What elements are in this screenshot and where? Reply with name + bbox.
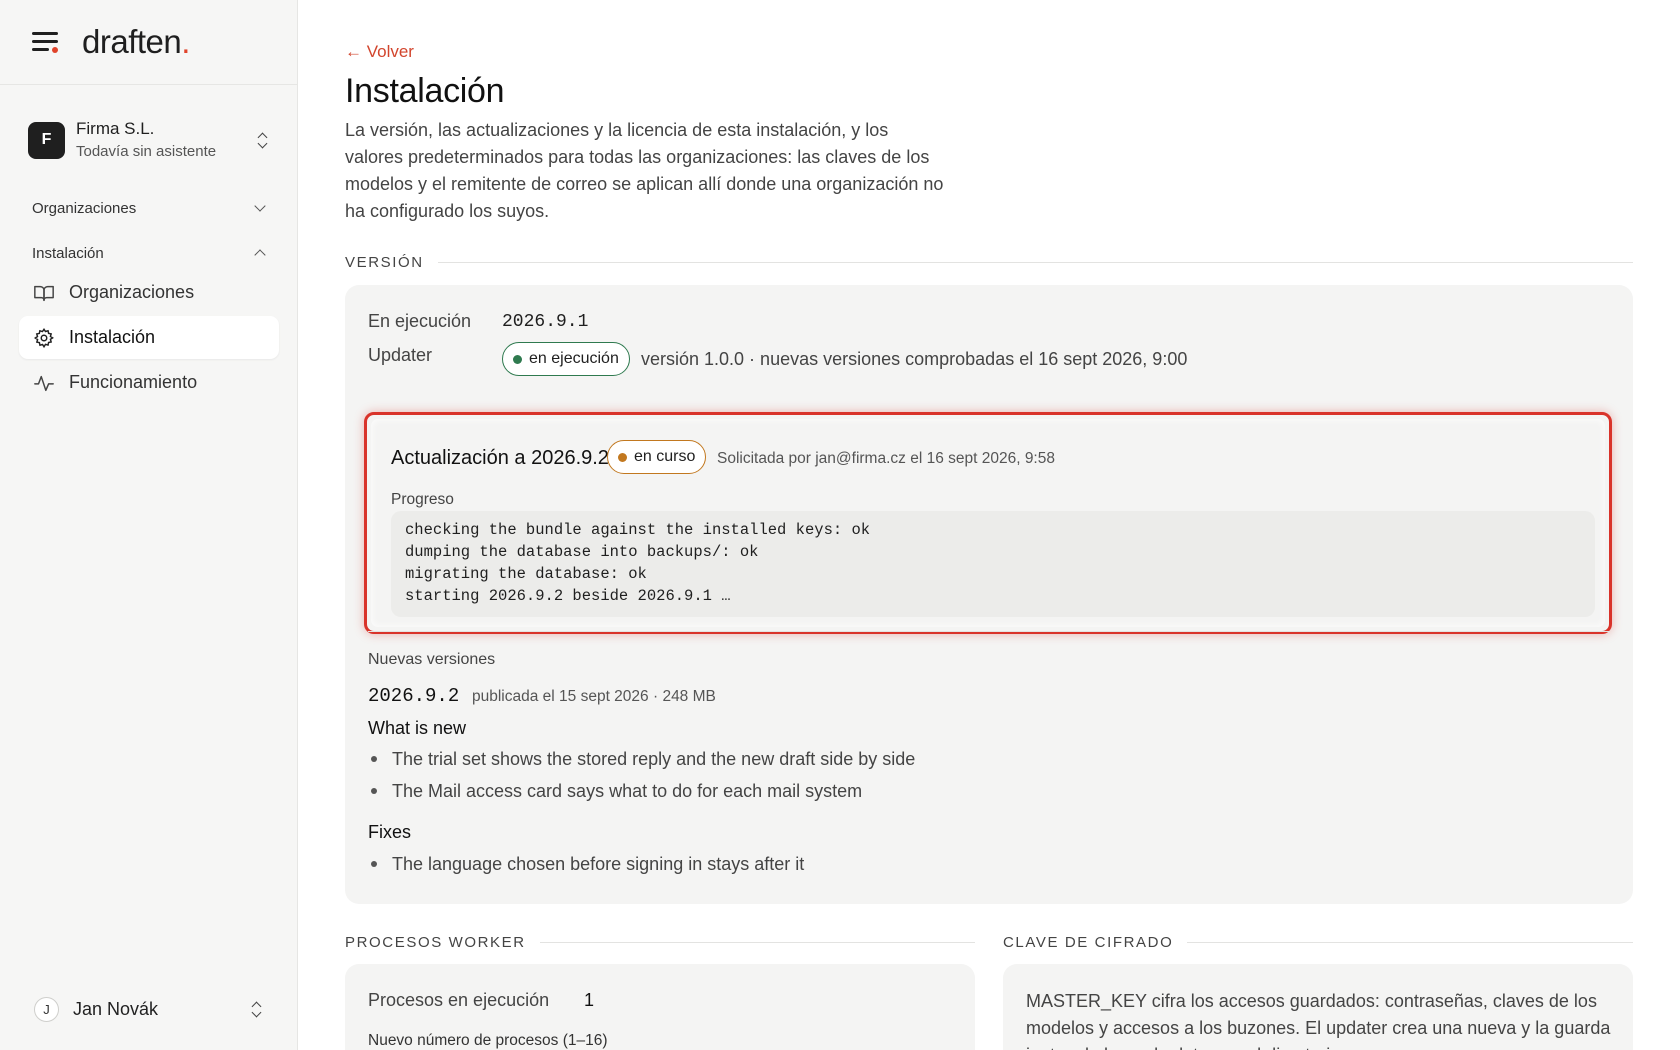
chevron-updown-icon <box>256 130 270 150</box>
update-meta: Solicitada por jan@firma.cz el 16 sept 2… <box>717 450 1055 467</box>
sidebar-item-organizaciones[interactable]: Organizaciones <box>19 271 279 314</box>
main-content: ← Volver Instalación La versión, las act… <box>345 0 1635 1050</box>
divider <box>437 262 1633 263</box>
activity-icon <box>33 372 55 394</box>
divider <box>539 942 975 943</box>
list-item: The Mail access card says what to do for… <box>368 775 915 807</box>
sidebar: draften. F Firma S.L. Todavía sin asiste… <box>0 0 298 1050</box>
whats-new-heading: What is new <box>368 718 467 738</box>
org-avatar: F <box>28 121 65 159</box>
nav-section-organizaciones[interactable]: Organizaciones <box>32 196 266 220</box>
status-dot <box>513 354 522 364</box>
progress-label: Progreso <box>391 491 454 508</box>
status-dot <box>618 452 627 462</box>
menu-icon[interactable] <box>32 31 60 53</box>
log-line: checking the bundle against the installe… <box>405 521 871 539</box>
section-title: VERSIÓN <box>345 254 424 271</box>
updater-label: Updater <box>368 345 433 365</box>
update-in-progress-panel: Actualización a 2026.9.2 en curso Solici… <box>364 412 1612 634</box>
sidebar-item-label: Organizaciones <box>69 282 195 302</box>
sidebar-item-label: Instalación <box>69 327 156 347</box>
section-title: CLAVE DE CIFRADO <box>1003 934 1174 951</box>
running-label: En ejecución <box>368 311 472 331</box>
org-switcher[interactable]: F Firma S.L. Todavía sin asistente <box>28 117 276 163</box>
divider <box>1187 942 1633 943</box>
section-heading-encryption: CLAVE DE CIFRADO <box>1003 934 1633 951</box>
list-item: The language chosen before signing in st… <box>368 848 804 880</box>
status-text: en ejecución <box>529 350 619 367</box>
updater-info: versión 1.0.0 · nuevas versiones comprob… <box>641 349 1188 369</box>
new-versions-label: Nuevas versiones <box>368 651 496 668</box>
workers-card: Procesos en ejecución 1 Nuevo número de … <box>345 964 975 1050</box>
progress-log: checking the bundle against the installe… <box>391 511 1595 617</box>
workers-running-value: 1 <box>584 990 595 1010</box>
book-icon <box>33 282 55 304</box>
status-text: en curso <box>634 448 696 465</box>
chevron-down-icon <box>254 200 266 212</box>
fixes-heading: Fixes <box>368 822 412 842</box>
user-name: Jan Novák <box>73 998 159 1019</box>
brand-bar: draften. <box>0 0 297 85</box>
version-card: En ejecución 2026.9.1 Updater en ejecuci… <box>345 285 1633 904</box>
section-heading-version: VERSIÓN <box>345 254 1633 271</box>
org-name: Firma S.L. <box>76 119 155 138</box>
running-version: 2026.9.1 <box>502 312 589 332</box>
update-title: Actualización a 2026.9.2 <box>391 447 609 469</box>
log-line: migrating the database: ok <box>405 565 647 583</box>
back-link[interactable]: ← Volver <box>345 42 414 62</box>
log-line: dumping the database into backups/: ok <box>405 543 759 561</box>
workers-new-label: Nuevo número de procesos (1–16) <box>368 1032 608 1049</box>
whats-new-list: The trial set shows the stored reply and… <box>368 743 915 807</box>
user-switcher[interactable]: J Jan Novák <box>34 995 270 1023</box>
logo[interactable]: draften. <box>82 23 190 61</box>
page-title: Instalación <box>345 72 505 110</box>
updater-status-badge: en ejecución <box>502 342 630 376</box>
nav-section-label: Instalación <box>32 244 104 262</box>
org-subtitle: Todavía sin asistente <box>76 143 217 160</box>
workers-running-label: Procesos en ejecución <box>368 990 550 1010</box>
sidebar-item-funcionamiento[interactable]: Funcionamiento <box>19 361 279 404</box>
divider <box>368 631 1610 632</box>
nav-section-instalacion[interactable]: Instalación <box>32 241 266 265</box>
new-version-number: 2026.9.2 <box>368 685 460 707</box>
nav-section-label: Organizaciones <box>32 199 137 217</box>
sidebar-item-label: Funcionamiento <box>69 372 198 392</box>
new-version-published: publicada el 15 sept 2026 · 248 MB <box>472 688 716 705</box>
update-status-badge: en curso <box>607 440 707 474</box>
encryption-text: MASTER_KEY cifra los accesos guardados: … <box>1026 991 1611 1050</box>
fixes-list: The language chosen before signing in st… <box>368 848 804 880</box>
chevron-updown-icon <box>250 999 264 1019</box>
gear-icon <box>33 327 55 349</box>
chevron-up-icon <box>254 249 266 261</box>
encryption-card: MASTER_KEY cifra los accesos guardados: … <box>1003 964 1633 1050</box>
page-intro: La versión, las actualizaciones y la lic… <box>345 120 944 221</box>
avatar: J <box>34 996 59 1022</box>
section-heading-workers: PROCESOS WORKER <box>345 934 975 951</box>
section-title: PROCESOS WORKER <box>345 934 526 951</box>
sidebar-item-instalacion[interactable]: Instalación <box>19 316 279 359</box>
log-line: starting 2026.9.2 beside 2026.9.1 … <box>405 587 731 605</box>
list-item: The trial set shows the stored reply and… <box>368 743 915 775</box>
